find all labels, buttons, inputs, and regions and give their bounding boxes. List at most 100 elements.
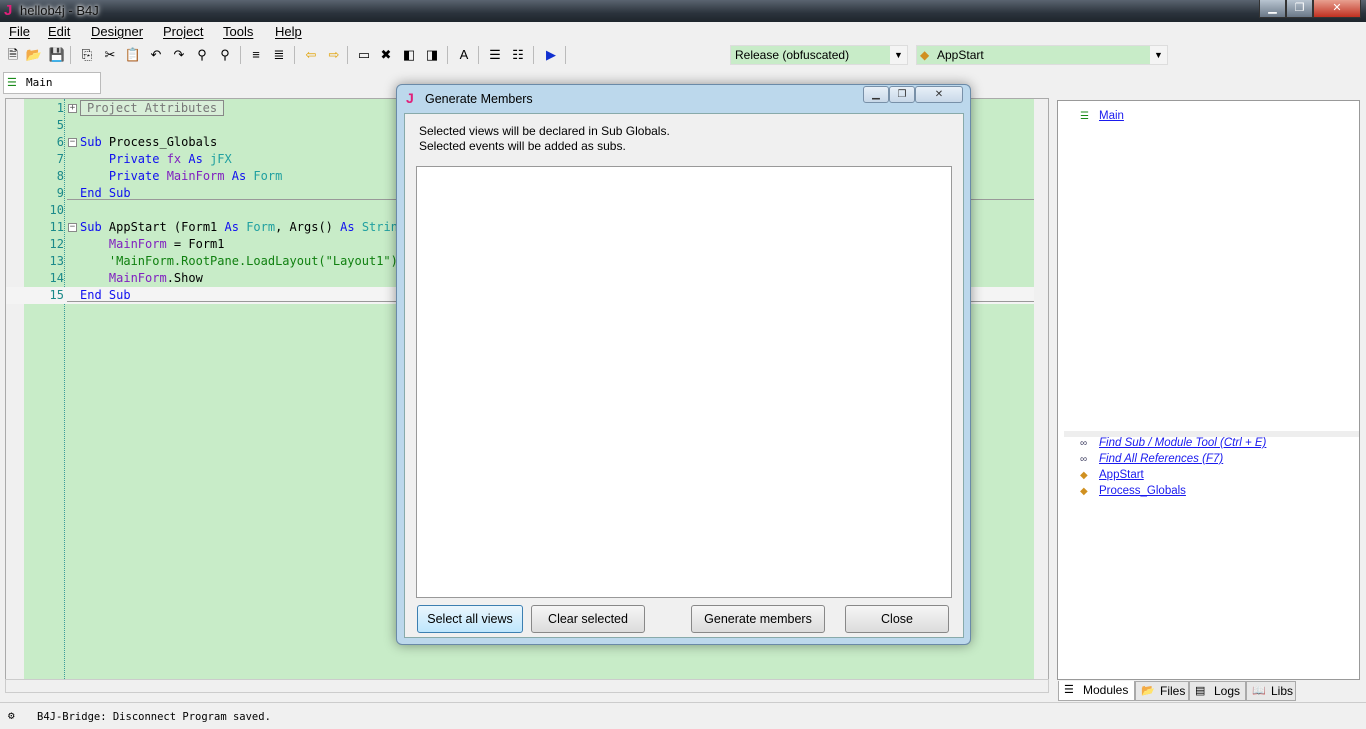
- tab-files[interactable]: 📂 Files: [1135, 681, 1189, 701]
- dialog-info-line1: Selected views will be declared in Sub G…: [419, 124, 670, 138]
- code-token: As: [224, 220, 247, 234]
- code-token: , Args(): [275, 220, 341, 234]
- close-button[interactable]: Close: [845, 605, 949, 633]
- minimize-button[interactable]: ▁: [1259, 0, 1286, 18]
- code-token: Private: [80, 169, 167, 183]
- line-number: 6: [56, 135, 64, 149]
- find-icon[interactable]: ⚲: [193, 46, 211, 64]
- code-token: End Sub: [80, 186, 131, 200]
- views-list[interactable]: [416, 166, 952, 598]
- line-number: 7: [56, 152, 64, 166]
- toolbar-separator: [478, 46, 479, 64]
- tab-libs[interactable]: 📖 Libs: [1246, 681, 1296, 701]
- menu-edit[interactable]: Edit: [48, 24, 70, 39]
- open-folder-icon[interactable]: 📂: [25, 46, 43, 64]
- status-bar: ⚙ B4J-Bridge: Disconnect Program saved.: [0, 702, 1366, 729]
- tab-logs[interactable]: ▤ Logs: [1189, 681, 1246, 701]
- tab-modules[interactable]: ☰ Modules: [1058, 681, 1135, 701]
- toolbar-separator: [447, 46, 448, 64]
- build-config-value: Release (obfuscated): [735, 48, 850, 62]
- collapse-icon[interactable]: −: [68, 223, 77, 232]
- project-attributes-region[interactable]: Project Attributes: [80, 100, 225, 116]
- line-number: 10: [49, 203, 64, 217]
- tab-label: Logs: [1214, 684, 1241, 698]
- line-number: 8: [56, 169, 64, 183]
- binoculars-icon: ∞: [1080, 454, 1088, 465]
- collapse-icon[interactable]: −: [68, 138, 77, 147]
- modules-panel: ☰ Main ∞ Find Sub / Module Tool (Ctrl + E…: [1057, 100, 1360, 680]
- panel-link[interactable]: AppStart: [1099, 469, 1144, 481]
- module-link-main[interactable]: Main: [1099, 110, 1124, 122]
- run-icon[interactable]: ▶: [542, 46, 560, 64]
- dialog-minimize-button[interactable]: ▁: [863, 86, 889, 103]
- toolbar-separator: [70, 46, 71, 64]
- sub-icon: ◆: [920, 48, 930, 62]
- build-config-select[interactable]: Release (obfuscated) ▼: [730, 45, 908, 65]
- expand-icon[interactable]: +: [68, 104, 77, 113]
- line-number: 9: [56, 186, 64, 200]
- code-token: Form: [253, 169, 283, 183]
- code-token: AppStart (Form1: [108, 220, 225, 234]
- horizontal-scrollbar[interactable]: [5, 679, 1049, 693]
- save-icon[interactable]: 💾: [48, 46, 66, 64]
- modules-icon: ☰: [1064, 684, 1074, 696]
- sub-select-value: AppStart: [937, 48, 984, 62]
- forward-arrow-icon[interactable]: ⇨: [325, 46, 343, 64]
- paste-icon[interactable]: 📋: [124, 46, 142, 64]
- code-token: .Show: [166, 271, 203, 285]
- code-token: MainForm: [166, 169, 232, 183]
- copy-icon[interactable]: ⎘: [78, 46, 96, 64]
- vertical-scrollbar[interactable]: [1034, 99, 1048, 679]
- menu-file[interactable]: File: [9, 24, 30, 39]
- tab-label: Files: [1160, 684, 1186, 698]
- clear-selected-button[interactable]: Clear selected: [531, 605, 645, 633]
- autocomplete-icon[interactable]: A: [455, 46, 473, 64]
- panel-link[interactable]: Process_Globals: [1099, 485, 1186, 497]
- code-token: Sub: [80, 135, 109, 149]
- undo-icon[interactable]: ↶: [147, 46, 165, 64]
- code-text: 'MainForm.RootPane.LoadLayout("Layout1"): [80, 253, 398, 270]
- line-number: 15: [49, 288, 64, 302]
- module-icon: ☰: [1080, 111, 1089, 122]
- back-arrow-icon[interactable]: ⇦: [302, 46, 320, 64]
- binoculars-icon: ∞: [1080, 438, 1088, 449]
- dialog-logo-icon: J: [406, 90, 414, 106]
- menu-help[interactable]: Help: [275, 24, 302, 39]
- select-all-views-button[interactable]: Select all views: [417, 605, 523, 633]
- panel-link[interactable]: Find Sub / Module Tool (Ctrl + E): [1099, 437, 1266, 449]
- redo-icon[interactable]: ↷: [170, 46, 188, 64]
- panel-link[interactable]: Find All References (F7): [1099, 453, 1223, 465]
- editor-margin: [6, 99, 24, 679]
- comment-icon[interactable]: ☰: [486, 46, 504, 64]
- uncomment-icon[interactable]: ☷: [509, 46, 527, 64]
- indent-icon[interactable]: ≡: [247, 46, 265, 64]
- prev-bookmark-icon[interactable]: ◧: [400, 46, 418, 64]
- dialog-close-x-button[interactable]: ✕: [915, 86, 963, 103]
- code-text: Project Attributes: [80, 100, 225, 117]
- generate-members-button[interactable]: Generate members: [691, 605, 825, 633]
- maximize-button[interactable]: ❐: [1286, 0, 1313, 18]
- menu-project[interactable]: Project: [163, 24, 203, 39]
- sub-select[interactable]: ◆ AppStart ▼: [916, 45, 1168, 65]
- menu-designer[interactable]: Designer: [91, 24, 143, 39]
- toolbar-separator: [294, 46, 295, 64]
- status-text: B4J-Bridge: Disconnect Program saved.: [37, 711, 271, 723]
- module-tab-main[interactable]: ☰ Main: [3, 72, 101, 94]
- new-file-icon[interactable]: 🗎: [4, 46, 22, 64]
- line-number: 11: [49, 220, 64, 234]
- code-token: fx: [166, 152, 189, 166]
- bookmark-icon[interactable]: ▭: [355, 46, 373, 64]
- window-title: hellob4j - B4J: [20, 3, 99, 18]
- code-text: Sub Process_Globals: [80, 134, 217, 151]
- dialog-maximize-button[interactable]: ❐: [889, 86, 915, 103]
- cut-icon[interactable]: ✂: [101, 46, 119, 64]
- code-token: Sub: [80, 220, 109, 234]
- menu-tools[interactable]: Tools: [223, 24, 253, 39]
- next-bookmark-icon[interactable]: ◨: [423, 46, 441, 64]
- find-add-icon[interactable]: ⚲: [216, 46, 234, 64]
- close-window-button[interactable]: ✕: [1313, 0, 1361, 18]
- code-token: Form: [246, 220, 276, 234]
- toolbar-separator: [240, 46, 241, 64]
- outdent-icon[interactable]: ≣: [270, 46, 288, 64]
- remove-bookmark-icon[interactable]: ✖: [377, 46, 395, 64]
